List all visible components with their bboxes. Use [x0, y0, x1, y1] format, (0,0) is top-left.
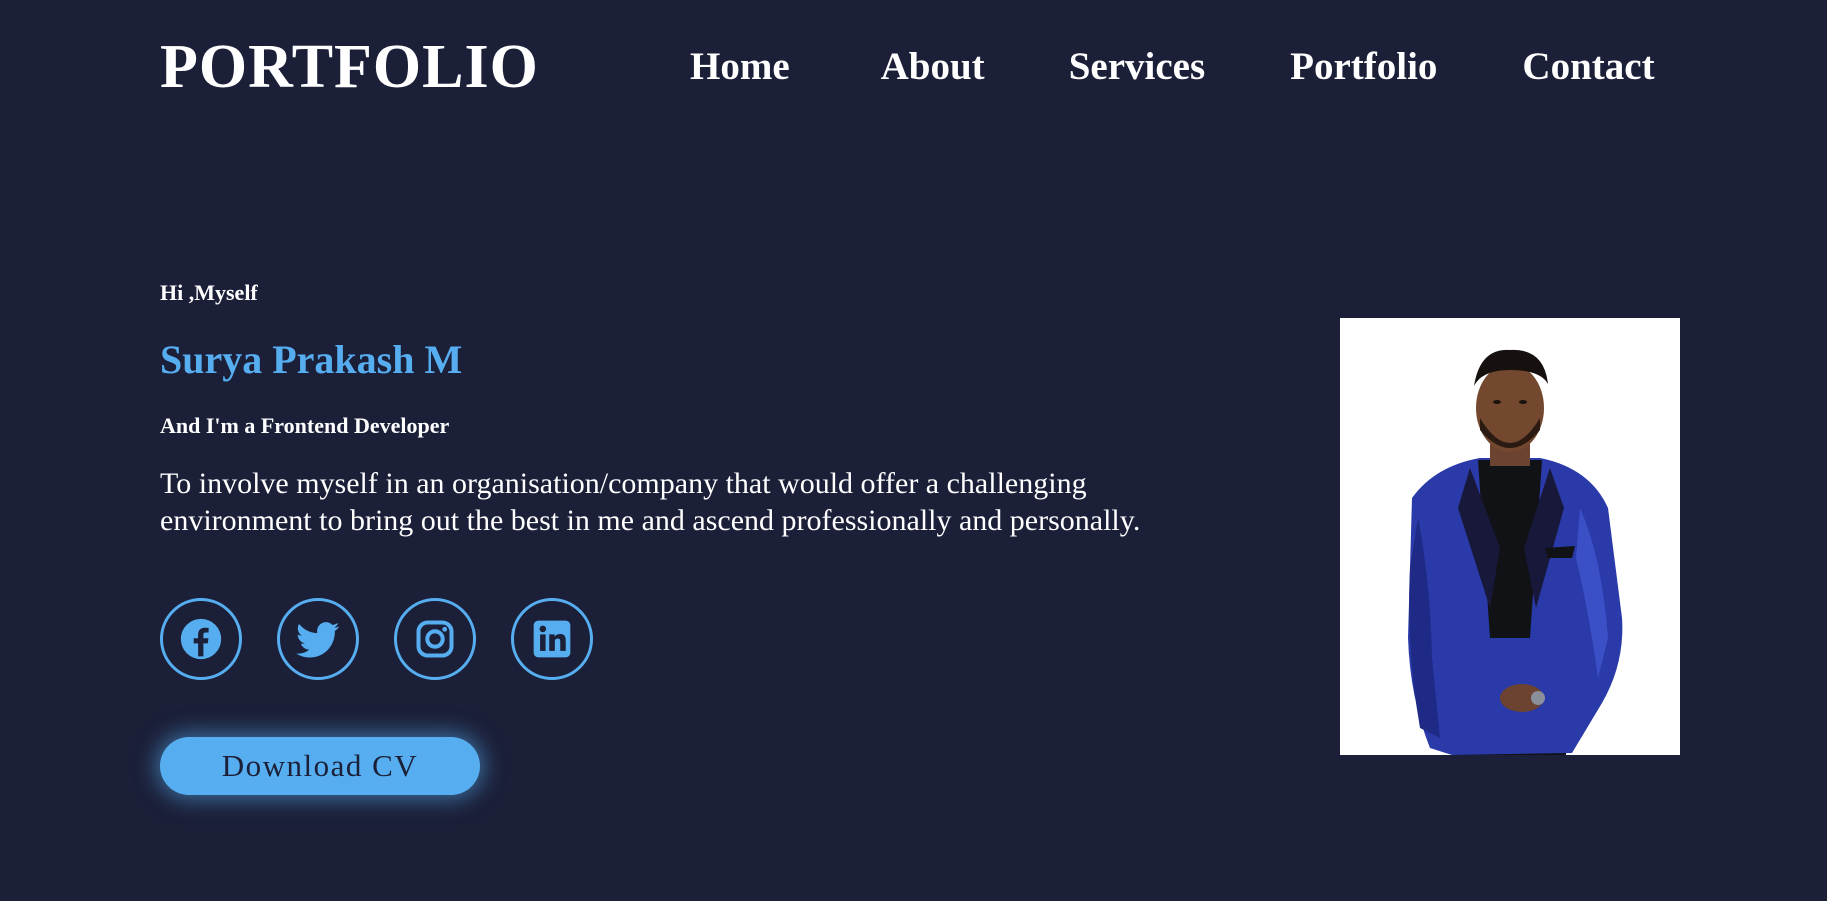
- greeting-text: Hi ,Myself: [160, 280, 258, 305]
- instagram-link[interactable]: [394, 598, 476, 680]
- download-cv-button[interactable]: Download CV: [160, 737, 480, 795]
- nav-link-services[interactable]: Services: [1069, 44, 1205, 91]
- profile-photo: [1340, 318, 1680, 755]
- social-links: [160, 598, 593, 680]
- profile-photo-image: [1340, 318, 1680, 755]
- objective-text: To involve myself in an organisation/com…: [160, 467, 1141, 537]
- nav-link-portfolio[interactable]: Portfolio: [1290, 44, 1437, 91]
- twitter-link[interactable]: [277, 598, 359, 680]
- nav-link-contact[interactable]: Contact: [1522, 44, 1654, 91]
- linkedin-icon: [533, 620, 571, 658]
- linkedin-link[interactable]: [511, 598, 593, 680]
- nav-link-home[interactable]: Home: [690, 44, 790, 91]
- hero-section: Hi ,Myself Surya Prakash M And I'm a Fro…: [160, 280, 1240, 537]
- main-nav: Home About Services Portfolio Contact: [690, 44, 1655, 91]
- instagram-icon: [416, 620, 454, 658]
- hero-role: And I'm a Frontend Developer: [160, 413, 450, 438]
- nav-link-about[interactable]: About: [881, 44, 985, 91]
- site-logo[interactable]: PORTFOLIO: [160, 30, 539, 104]
- twitter-icon: [296, 622, 340, 658]
- site-header: PORTFOLIO Home About Services Portfolio …: [0, 0, 1827, 140]
- facebook-icon: [180, 618, 222, 660]
- facebook-link[interactable]: [160, 598, 242, 680]
- hero-name: Surya Prakash M: [160, 337, 463, 382]
